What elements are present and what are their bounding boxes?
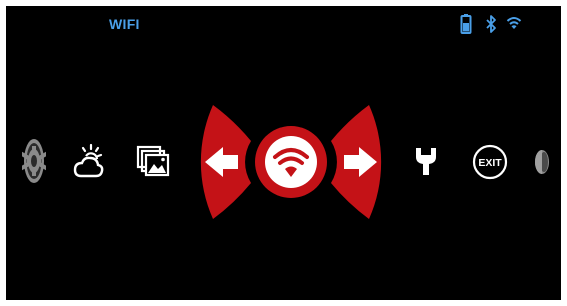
bluetooth-icon — [486, 15, 496, 33]
gallery-icon[interactable] — [136, 145, 170, 177]
half-moon-icon[interactable] — [533, 148, 551, 176]
screen: WIFI EXIT — [6, 6, 561, 300]
exit-label: EXIT — [478, 157, 502, 169]
wifi-status-icon — [506, 17, 522, 29]
wrench-icon[interactable] — [414, 145, 438, 177]
exit-icon[interactable]: EXIT — [472, 144, 508, 180]
page-title: WIFI — [109, 16, 140, 32]
selection-wheel — [191, 99, 391, 225]
settings-gear-icon[interactable] — [22, 137, 46, 185]
wifi-icon — [265, 136, 317, 188]
next-nav-button[interactable] — [321, 99, 391, 225]
battery-icon — [460, 14, 472, 34]
prev-nav-button[interactable] — [191, 99, 261, 225]
wifi-menu-item[interactable] — [253, 119, 329, 205]
brightness-cloud-icon[interactable] — [72, 142, 106, 180]
